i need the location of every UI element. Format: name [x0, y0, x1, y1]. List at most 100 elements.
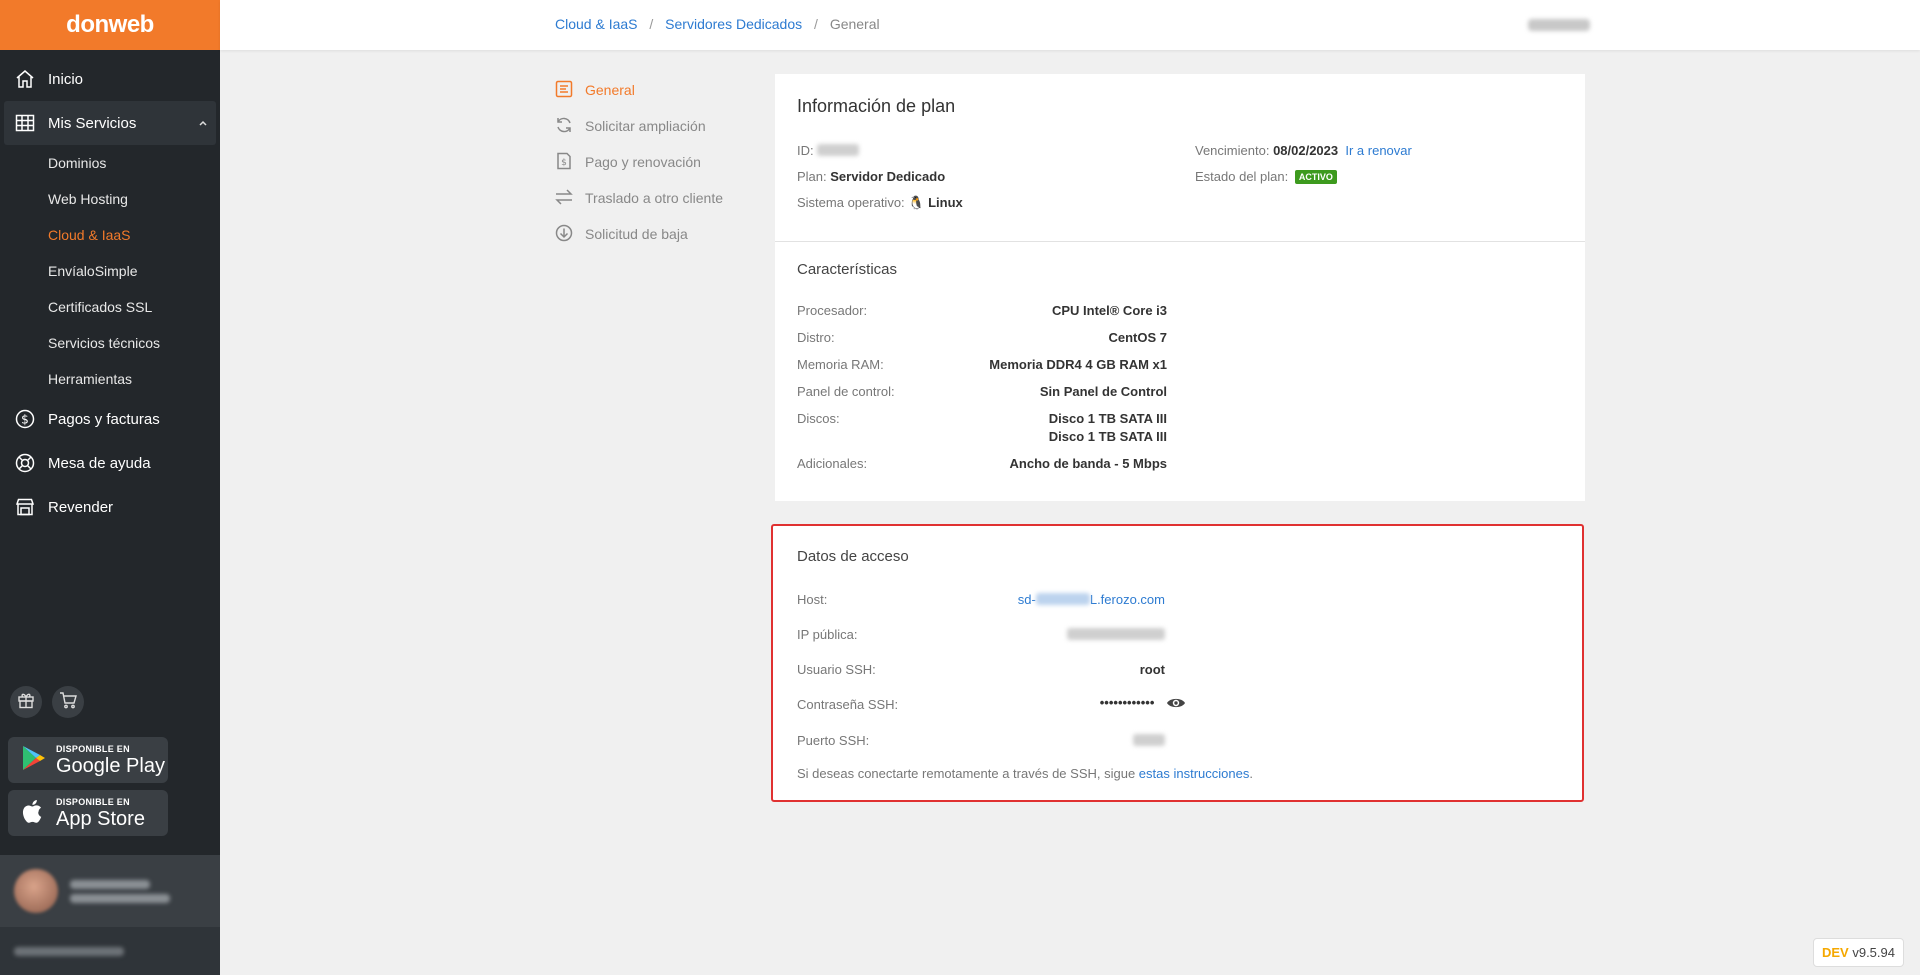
host-redacted: [1035, 593, 1090, 605]
ssh-password-label: Contraseña SSH:: [797, 697, 899, 712]
plan-expiry-label: Vencimiento:: [1195, 143, 1270, 158]
submenu-solicitud-baja[interactable]: Solicitud de baja: [555, 216, 723, 252]
submenu-solicitar-ampliacion[interactable]: Solicitar ampliación: [555, 108, 723, 144]
breadcrumb-current: General: [829, 16, 880, 32]
ssh-user-label: Usuario SSH:: [797, 662, 876, 677]
sidebar-subitem-web-hosting[interactable]: Web Hosting: [0, 181, 220, 217]
submenu-label: Pago y renovación: [585, 154, 701, 170]
grid-icon: [14, 112, 36, 134]
ssh-password-field: ••••••••••••: [1100, 694, 1186, 715]
feature-label-procesador: Procesador:: [797, 303, 868, 318]
app-store-caption: DISPONIBLE EN: [56, 796, 130, 807]
version-badge: DEV v9.5.94: [1812, 938, 1904, 967]
chevron-up-icon[interactable]: [198, 115, 208, 132]
sidebar-item-label: Mesa de ayuda: [48, 454, 151, 472]
submenu-general[interactable]: General: [555, 72, 723, 108]
sidebar-item-mesa-de-ayuda[interactable]: Mesa de ayuda: [0, 441, 220, 485]
feature-label-distro: Distro:: [797, 330, 835, 345]
features-title: Características: [797, 261, 898, 278]
plan-expiry-value: 08/02/2023: [1273, 143, 1339, 158]
ssh-instructions-link[interactable]: estas instrucciones: [1139, 766, 1250, 781]
plan-os-value: Linux: [928, 195, 963, 210]
plan-id-redacted: [817, 144, 860, 156]
sidebar-item-inicio[interactable]: Inicio: [0, 57, 220, 101]
plan-title: Información de plan: [797, 96, 956, 116]
arrow-down-circle-icon: [555, 224, 575, 244]
ip-label: IP pública:: [797, 627, 858, 642]
topbar: Cloud & IaaS / Servidores Dedicados / Ge…: [220, 0, 1920, 50]
feature-label-discos: Discos:: [797, 411, 840, 426]
google-play-button[interactable]: DISPONIBLE EN Google Play: [8, 737, 168, 783]
gift-button[interactable]: [10, 686, 42, 718]
access-data-card: Datos de acceso Host: sd- L.ferozo.com IP…: [771, 524, 1584, 802]
submenu-pago-renovacion[interactable]: $ Pago y renovación: [555, 144, 723, 180]
sidebar-item-label: Inicio: [48, 70, 84, 88]
sidebar-item-pagos[interactable]: $ Pagos y facturas: [0, 397, 220, 441]
feature-value-distro: CentOS 7: [1108, 330, 1167, 345]
feature-value-disco-1: Disco 1 TB SATA III: [1048, 411, 1167, 426]
app-store-button[interactable]: DISPONIBLE EN App Store: [8, 790, 168, 836]
sidebar-subitem-dominios[interactable]: Dominios: [0, 145, 220, 181]
sidebar-item-mis-servicios[interactable]: Mis Servicios: [4, 101, 216, 145]
google-play-caption: DISPONIBLE EN: [56, 743, 130, 754]
submenu-label: Traslado a otro cliente: [585, 190, 723, 206]
plan-expiry-row: Vencimiento: 08/02/2023 Ir a renovar: [1195, 143, 1412, 158]
svg-text:$: $: [561, 158, 567, 168]
sidebar-footer-redacted[interactable]: [0, 927, 220, 975]
ssh-port-label: Puerto SSH:: [797, 733, 870, 748]
sidebar: donweb Inicio Mis Servicios Dominios Web…: [0, 0, 220, 975]
linux-penguin-icon: 🐧: [908, 195, 925, 210]
breadcrumb-separator: /: [649, 16, 654, 32]
env-label: DEV: [1821, 945, 1849, 960]
sidebar-subitem-herramientas[interactable]: Herramientas: [0, 361, 220, 397]
renew-link[interactable]: Ir a renovar: [1345, 143, 1411, 158]
redacted-top-value: [1528, 19, 1590, 31]
breadcrumb: Cloud & IaaS / Servidores Dedicados / Ge…: [555, 16, 880, 32]
ssh-port-value-redacted: [1133, 732, 1165, 750]
sidebar-subitem-envialosimple[interactable]: EnvíaloSimple: [0, 253, 220, 289]
logo[interactable]: donweb: [66, 11, 154, 39]
sidebar-item-revender[interactable]: Revender: [0, 485, 220, 529]
invoice-icon: $: [555, 152, 575, 172]
host-label: Host:: [797, 592, 828, 607]
submenu-label: Solicitar ampliación: [585, 118, 706, 134]
cart-button[interactable]: [52, 686, 84, 718]
breadcrumb-servidores-dedicados[interactable]: Servidores Dedicados: [665, 16, 802, 32]
sidebar-item-label: Pagos y facturas: [48, 410, 160, 428]
plan-type-row: Plan: Servidor Dedicado: [797, 169, 945, 184]
host-suffix: L.ferozo.com: [1089, 592, 1165, 607]
breadcrumb-separator: /: [814, 16, 818, 32]
gift-icon: [17, 691, 35, 714]
feature-value-disco-2: Disco 1 TB SATA III: [1048, 429, 1167, 444]
user-profile[interactable]: [0, 855, 220, 927]
sidebar-subitem-certificados-ssl[interactable]: Certificados SSL: [0, 289, 220, 325]
avatar: [14, 869, 58, 913]
eye-icon[interactable]: [1166, 696, 1186, 715]
ssh-help-note: Si deseas conectarte remotamente a travé…: [797, 766, 1253, 781]
plan-info-card: Información de plan ID: Plan: Servidor D…: [775, 74, 1585, 501]
plan-id-label: ID:: [797, 143, 814, 158]
ssh-user-value: root: [1139, 662, 1165, 677]
divider: [775, 241, 1585, 242]
sidebar-subitem-servicios-tecnicos[interactable]: Servicios técnicos: [0, 325, 220, 361]
breadcrumb-cloud-iaas[interactable]: Cloud & IaaS: [555, 16, 638, 32]
google-play-label: Google Play: [56, 754, 165, 777]
ssh-password-value: ••••••••••••: [1099, 695, 1155, 710]
feature-value-adicionales: Ancho de banda - 5 Mbps: [1009, 456, 1167, 471]
google-play-icon: [18, 743, 48, 778]
apple-icon: [18, 796, 48, 831]
transfer-arrows-icon: [555, 188, 575, 208]
plan-os-row: Sistema operativo: 🐧 Linux: [797, 195, 963, 211]
submenu-traslado[interactable]: Traslado a otro cliente: [555, 180, 723, 216]
host-link[interactable]: sd- L.ferozo.com: [1018, 591, 1165, 609]
ssh-help-end: .: [1249, 766, 1253, 781]
refresh-icon: [555, 116, 575, 136]
plan-id-row: ID:: [797, 143, 860, 158]
feature-label-ram: Memoria RAM:: [797, 357, 884, 372]
svg-text:$: $: [21, 413, 29, 427]
access-title: Datos de acceso: [797, 548, 909, 565]
store-icon: [14, 496, 36, 518]
submenu-label: General: [585, 82, 635, 98]
sidebar-subitem-cloud-iaas[interactable]: Cloud & IaaS: [0, 217, 220, 253]
plan-os-label: Sistema operativo:: [797, 195, 905, 210]
